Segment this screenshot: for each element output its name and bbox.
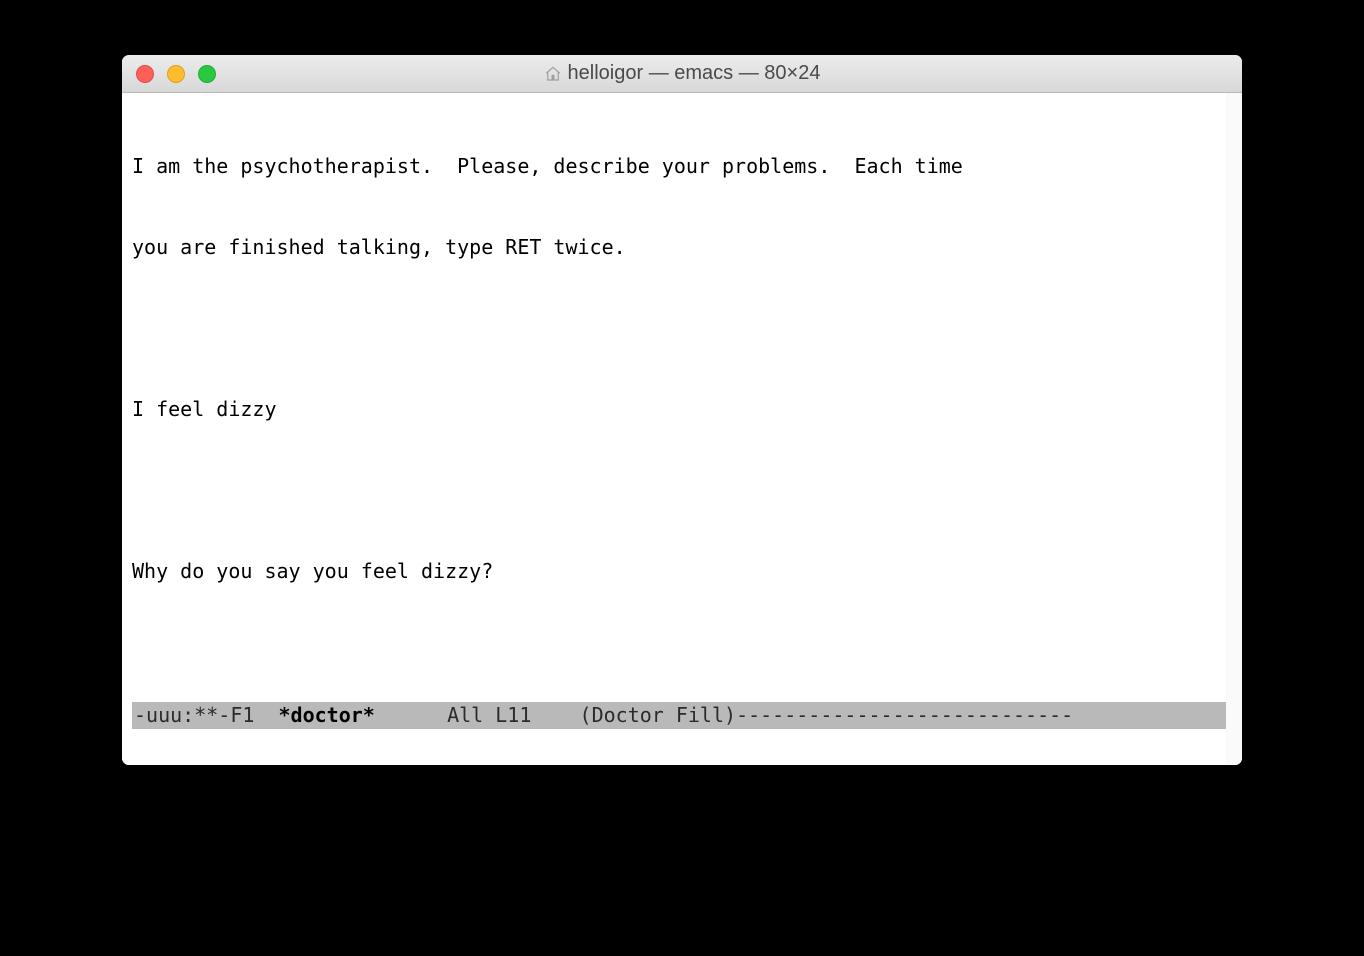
scrollbar[interactable] xyxy=(1226,93,1242,765)
modeline-status: -uuu:**-F1 xyxy=(134,703,279,727)
buffer-line: I am the psychotherapist. Please, descri… xyxy=(132,153,1232,180)
close-button[interactable] xyxy=(136,65,154,83)
modeline-buffer-name: *doctor* xyxy=(279,703,375,727)
emacs-minibuffer[interactable] xyxy=(132,730,1232,757)
window-title-text: helloigor — emacs — 80×24 xyxy=(568,62,821,85)
buffer-line: I feel dizzy xyxy=(132,396,1232,423)
traffic-lights xyxy=(122,65,216,83)
buffer-line: Why do you say you feel dizzy? xyxy=(132,558,1232,585)
buffer-line xyxy=(132,315,1232,342)
window-title: helloigor — emacs — 80×24 xyxy=(122,62,1242,85)
maximize-button[interactable] xyxy=(198,65,216,83)
modeline-fill: ---------------------------- xyxy=(736,703,1073,727)
modeline-position: All L11 (Doctor Fill) xyxy=(375,703,736,727)
buffer-line: you are finished talking, type RET twice… xyxy=(132,234,1232,261)
minimize-button[interactable] xyxy=(167,65,185,83)
home-icon xyxy=(544,65,562,83)
buffer-line xyxy=(132,477,1232,504)
window-titlebar[interactable]: helloigor — emacs — 80×24 xyxy=(122,55,1242,93)
emacs-buffer[interactable]: I am the psychotherapist. Please, descri… xyxy=(122,93,1242,765)
buffer-line xyxy=(132,639,1232,666)
emacs-modeline[interactable]: -uuu:**-F1 *doctor* All L11 (Doctor Fill… xyxy=(132,702,1232,729)
terminal-window: helloigor — emacs — 80×24 I am the psych… xyxy=(122,55,1242,765)
